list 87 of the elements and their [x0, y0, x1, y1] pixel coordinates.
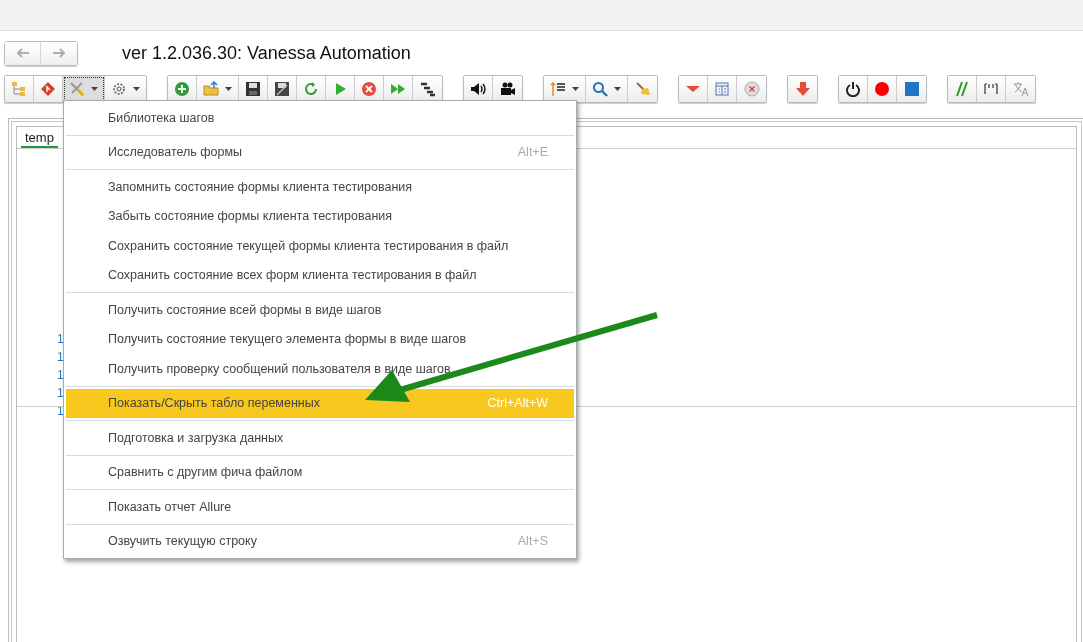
menu-item[interactable]: Получить проверку сообщений пользователя в виде шагов	[64, 354, 576, 384]
power-button[interactable]	[839, 76, 868, 102]
menu-item-label: Получить проверку сообщений пользователя в виде шагов	[108, 361, 451, 376]
diamond-button[interactable]	[34, 76, 63, 102]
menu-item-label: Получить состояние всей формы в виде шагов	[108, 302, 382, 317]
menu-item[interactable]: Забыть состояние формы клиента тестирования	[64, 201, 576, 231]
menu-item[interactable]: Сохранить состояние всех форм клиента тестирования в файл	[64, 260, 576, 290]
gear-icon	[111, 81, 127, 97]
menu-item[interactable]: Подготовка и загрузка данных	[64, 423, 576, 453]
menu-item[interactable]: Сравнить с другим фича файлом	[64, 457, 576, 487]
sort-list-icon	[550, 81, 566, 97]
video-camera-button[interactable]	[493, 76, 522, 102]
table-button[interactable]	[708, 76, 737, 102]
tools-icon	[69, 81, 85, 97]
menu-item-label: Библиотека шагов	[108, 110, 215, 125]
quote-marks-button[interactable]	[977, 76, 1006, 102]
shortcut-label: Alt+S	[517, 534, 548, 549]
menu-item-label: Получить состояние текущего элемента формы в виде шагов	[108, 332, 467, 347]
translate-icon	[1012, 81, 1029, 97]
menu-item-label: Озвучить текущую строку	[108, 534, 257, 549]
tools-button[interactable]	[63, 76, 105, 102]
broom-icon	[634, 81, 651, 97]
menu-item[interactable]: Запомнить состояние формы клиента тестирования	[64, 172, 576, 202]
quote-marks-icon	[983, 81, 999, 97]
menu-item[interactable]: Библиотека шагов	[64, 103, 576, 133]
stop-square-icon	[903, 81, 920, 97]
window-title: ver 1.2.036.30: Vanessa Automation	[122, 42, 411, 64]
menu-item-label: Запомнить состояние формы клиента тестирования	[108, 179, 413, 194]
shortcut-label: Alt+E	[517, 145, 548, 160]
triangle-button[interactable]	[679, 76, 708, 102]
plus-icon	[174, 81, 190, 97]
floppy-disk-button[interactable]	[239, 76, 268, 102]
menu-item-label: Сравнить с другим фича файлом	[108, 465, 303, 480]
video-camera-icon	[499, 81, 516, 97]
line-number: 1	[57, 385, 64, 402]
menu-item[interactable]: Получить состояние всей формы в виде шагов	[64, 295, 576, 325]
line-number: 1	[57, 331, 64, 348]
floppy-disk-icon	[274, 81, 290, 97]
menu-item-label: Сохранить состояние текущей формы клиента тестирования в файл	[108, 238, 509, 253]
diamond-icon	[40, 81, 56, 97]
down-arrow-button[interactable]	[788, 76, 817, 102]
stop-square-button[interactable]	[897, 76, 926, 102]
menu-item[interactable]: Озвучить текущую строку Alt+S	[64, 526, 576, 556]
sort-list-button[interactable]	[544, 76, 586, 102]
menu-item[interactable]: Показать отчет Allure	[64, 492, 576, 522]
stop-icon	[361, 81, 377, 97]
menu-item-label: Показать отчет Allure	[108, 499, 232, 514]
cross-circle-icon	[743, 81, 760, 97]
cross-circle-button[interactable]	[737, 76, 766, 102]
speaker-icon	[470, 81, 486, 97]
search-icon	[592, 81, 608, 97]
menu-item[interactable]: Получить состояние текущего элемента формы в виде шагов	[64, 324, 576, 354]
play-button[interactable]	[326, 76, 355, 102]
translate-button[interactable]	[1006, 76, 1035, 102]
steps-icon	[419, 81, 436, 97]
search-button[interactable]	[586, 76, 628, 102]
record-button[interactable]	[868, 76, 897, 102]
down-arrow-icon	[794, 81, 811, 97]
refresh-icon	[303, 81, 319, 97]
stop-button[interactable]	[355, 76, 384, 102]
floppy-disk-button[interactable]	[268, 76, 297, 102]
double-slash-button[interactable]	[948, 76, 977, 102]
tree-icon	[11, 81, 27, 97]
table-icon	[714, 81, 730, 97]
folder-icon	[203, 81, 219, 97]
broom-button[interactable]	[628, 76, 657, 102]
gear-button[interactable]	[105, 76, 146, 102]
menu-item[interactable]: Показать/Скрыть табло переменных Ctrl+Alt+W	[66, 388, 574, 418]
shortcut-label: Ctrl+Alt+W	[487, 396, 548, 411]
menu-item-label: Исследователь формы	[108, 145, 243, 160]
folder-button[interactable]	[197, 76, 239, 102]
power-icon	[845, 81, 861, 97]
editor-tab[interactable]: temp	[21, 130, 58, 148]
menu-item-label: Подготовка и загрузка данных	[108, 430, 284, 445]
steps-button[interactable]	[413, 76, 442, 102]
double-slash-icon	[954, 81, 970, 97]
plus-button[interactable]	[168, 76, 197, 102]
menu-item-label: Показать/Скрыть табло переменных	[108, 396, 320, 411]
line-number: 1	[57, 349, 64, 366]
menu-item-label: Забыть состояние формы клиента тестирования	[108, 209, 393, 224]
speaker-button[interactable]	[464, 76, 493, 102]
menu-item[interactable]: Сохранить состояние текущей формы клиента тестирования в файл	[64, 231, 576, 261]
menu-item[interactable]: Исследователь формы Alt+E	[64, 137, 576, 167]
line-number: 1	[57, 367, 64, 384]
record-icon	[874, 81, 890, 97]
fast-forward-icon	[390, 81, 406, 97]
menu-item-label: Сохранить состояние всех форм клиента тестирования в файл	[108, 268, 477, 283]
